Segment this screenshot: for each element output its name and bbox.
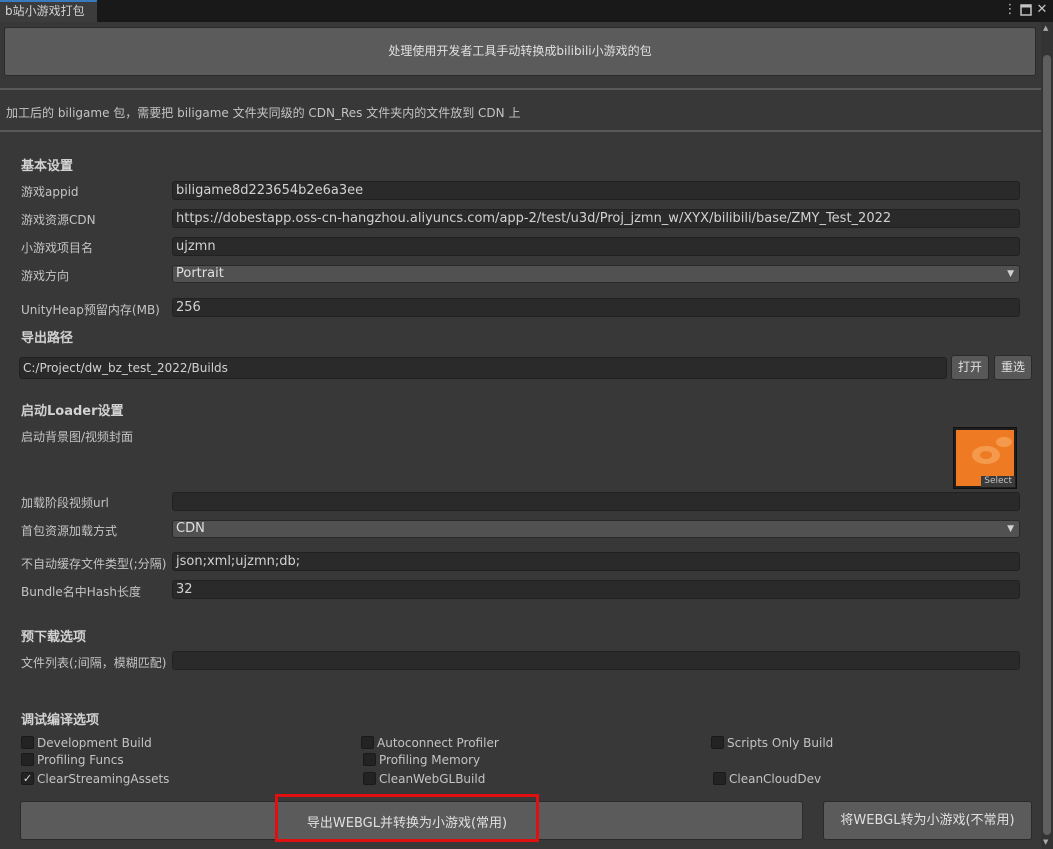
development-build-checkbox[interactable] <box>21 736 34 749</box>
divider <box>0 130 1041 132</box>
reselect-button[interactable]: 重选 <box>994 355 1032 380</box>
appid-input[interactable]: biligame8d223654b2e6a3ee <box>172 181 1020 200</box>
select-button[interactable]: Select <box>981 476 1015 487</box>
convert-only-button[interactable]: 将WEBGL转为小游戏(不常用) <box>823 801 1032 840</box>
nocache-types-label: 不自动缓存文件类型(;分隔) <box>21 557 167 571</box>
export-path-input[interactable]: C:/Project/dw_bz_test_2022/Builds <box>19 357 947 379</box>
file-list-input[interactable] <box>172 651 1020 670</box>
video-url-input[interactable] <box>172 492 1020 511</box>
profiling-funcs-label: Profiling Funcs <box>37 753 124 767</box>
clean-cloud-dev-checkbox[interactable] <box>713 772 726 785</box>
profiling-funcs-checkbox[interactable] <box>21 753 34 766</box>
background-cover-label: 启动背景图/视频封面 <box>21 430 134 444</box>
manual-convert-button[interactable]: 处理使用开发者工具手动转换成bilibili小游戏的包 <box>4 27 1036 76</box>
load-mode-label: 首包资源加载方式 <box>21 524 118 538</box>
load-mode-value: CDN <box>176 521 205 536</box>
autoconnect-profiler-checkbox[interactable] <box>361 736 374 749</box>
basic-settings-heading: 基本设置 <box>21 159 74 174</box>
scrollbar-thumb[interactable] <box>1043 55 1051 835</box>
background-image-slot[interactable]: Select <box>953 427 1017 489</box>
orientation-value: Portrait <box>176 266 224 281</box>
autoconnect-profiler-label: Autoconnect Profiler <box>377 736 499 750</box>
loader-settings-heading: 启动Loader设置 <box>21 404 124 419</box>
divider <box>0 88 1041 90</box>
close-icon[interactable]: ✕ <box>1034 2 1050 18</box>
clear-streaming-assets-checkbox[interactable]: ✓ <box>21 772 34 785</box>
debug-options-heading: 调试编译选项 <box>21 713 100 728</box>
clear-streaming-assets-label: ClearStreamingAssets <box>37 772 170 786</box>
clean-cloud-dev-label: CleanCloudDev <box>729 772 822 786</box>
cdn-input[interactable]: https://dobestapp.oss-cn-hangzhou.aliyun… <box>172 209 1020 228</box>
title-bar <box>0 0 1053 22</box>
orientation-dropdown[interactable]: Portrait ▼ <box>172 265 1020 283</box>
scripts-only-build-checkbox[interactable] <box>711 736 724 749</box>
hash-length-label: Bundle名中Hash长度 <box>21 585 142 599</box>
scroll-down-icon[interactable]: ▼ <box>1043 838 1048 846</box>
scripts-only-build-label: Scripts Only Build <box>727 736 834 750</box>
file-list-label: 文件列表(;间隔，模糊匹配) <box>21 656 167 670</box>
chevron-down-icon: ▼ <box>1007 524 1014 534</box>
window-tab[interactable]: b站小游戏打包 <box>0 0 97 22</box>
development-build-label: Development Build <box>37 736 152 750</box>
export-path-heading: 导出路径 <box>21 331 74 346</box>
scroll-up-icon[interactable]: ▲ <box>1043 24 1048 32</box>
export-convert-button[interactable]: 导出WEBGL并转换为小游戏(常用) <box>278 812 536 831</box>
clean-webgl-build-checkbox[interactable] <box>363 772 376 785</box>
cdn-label: 游戏资源CDN <box>21 213 96 227</box>
heap-label: UnityHeap预留内存(MB) <box>21 303 160 317</box>
orientation-label: 游戏方向 <box>21 269 70 283</box>
checkmark-icon: ✓ <box>22 772 33 785</box>
hash-length-input[interactable]: 32 <box>172 580 1020 599</box>
video-url-label: 加载阶段视频url <box>21 496 109 510</box>
open-button[interactable]: 打开 <box>951 355 989 380</box>
load-mode-dropdown[interactable]: CDN ▼ <box>172 520 1020 538</box>
clean-webgl-build-label: CleanWebGLBuild <box>379 772 486 786</box>
preload-heading: 预下载选项 <box>21 630 87 645</box>
info-text: 加工后的 biligame 包，需要把 biligame 文件夹同级的 CDN_… <box>6 106 521 120</box>
profiling-memory-checkbox[interactable] <box>363 753 376 766</box>
heap-input[interactable]: 256 <box>172 298 1020 317</box>
project-name-label: 小游戏项目名 <box>21 241 94 255</box>
maximize-icon[interactable] <box>1018 2 1034 18</box>
project-name-input[interactable]: ujzmn <box>172 237 1020 256</box>
nocache-types-input[interactable]: json;xml;ujzmn;db; <box>172 552 1020 571</box>
appid-label: 游戏appid <box>21 185 79 199</box>
kebab-menu-icon[interactable]: ⋮ <box>1002 2 1018 18</box>
chevron-down-icon: ▼ <box>1007 269 1014 279</box>
profiling-memory-label: Profiling Memory <box>379 753 481 767</box>
